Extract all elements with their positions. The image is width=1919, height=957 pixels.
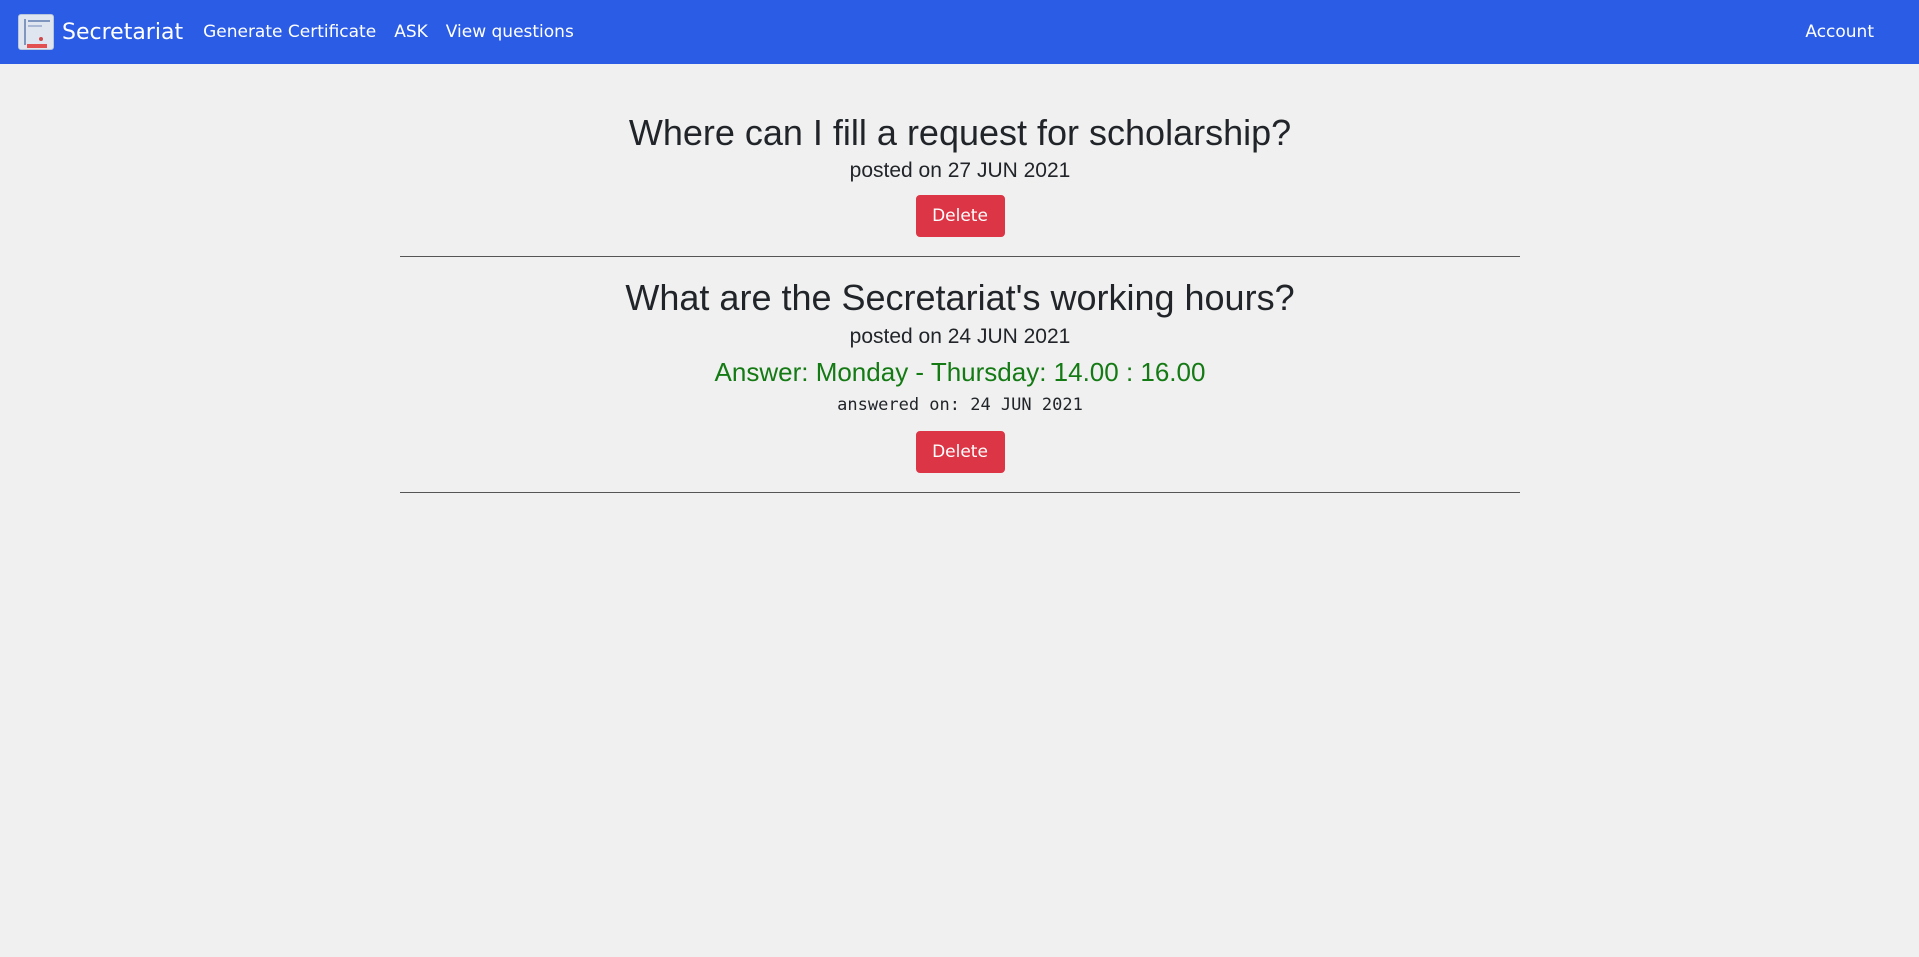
divider xyxy=(400,492,1520,493)
posted-date: posted on 27 JUN 2021 xyxy=(849,159,1071,182)
top-navbar: Secretariat Generate Certificate ASK Vie… xyxy=(0,0,1919,64)
brand-link[interactable]: Secretariat xyxy=(18,14,183,50)
brand-name: Secretariat xyxy=(62,19,184,45)
questions-list: Where can I fill a request for scholarsh… xyxy=(400,64,1520,493)
delete-button[interactable]: Delete xyxy=(915,431,1005,473)
posted-date: posted on 24 JUN 2021 xyxy=(849,325,1071,348)
question-title: What are the Secretariat's working hours… xyxy=(625,277,1295,318)
nav-link-view-questions[interactable]: View questions xyxy=(446,22,574,42)
answer-text: Answer: Monday - Thursday: 14.00 : 16.00 xyxy=(714,357,1206,387)
delete-button[interactable]: Delete xyxy=(915,195,1005,237)
account-link[interactable]: Account xyxy=(1805,0,1874,64)
answered-date: answered on: 24 JUN 2021 xyxy=(837,395,1083,415)
nav-link-ask[interactable]: ASK xyxy=(394,22,428,42)
question-item: Where can I fill a request for scholarsh… xyxy=(400,64,1520,257)
secretariat-logo-icon xyxy=(18,14,54,50)
question-title: Where can I fill a request for scholarsh… xyxy=(628,112,1292,153)
question-item: What are the Secretariat's working hours… xyxy=(400,257,1520,493)
nav-links: Generate Certificate ASK View questions xyxy=(203,22,592,42)
nav-link-generate-certificate[interactable]: Generate Certificate xyxy=(203,22,376,42)
